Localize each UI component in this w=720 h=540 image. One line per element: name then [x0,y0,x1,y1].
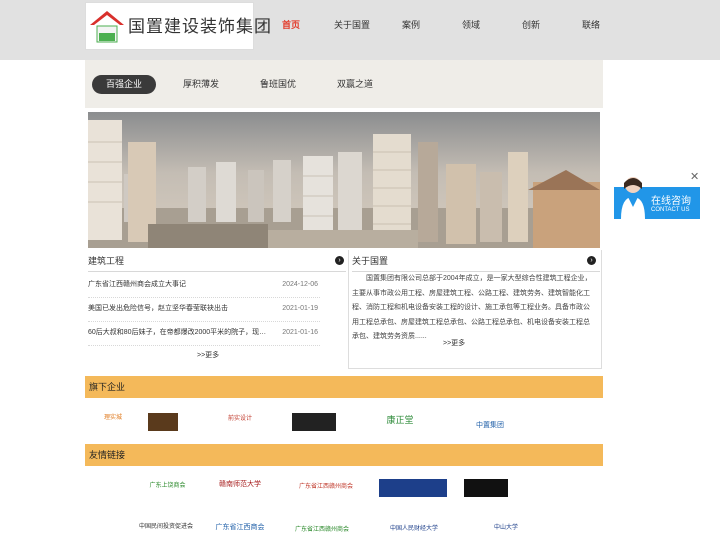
news-item-title[interactable]: 60后大叔和80后妹子，在帝都爆改2000平米的院子，现实版桃… [88,321,268,345]
friend-link-logo[interactable] [100,523,128,537]
tab-luban[interactable]: 鲁班国优 [246,75,310,94]
news-item-date: 2021-01-19 [282,305,318,312]
news-more-arrow-icon[interactable]: › [335,256,344,265]
tab-accumulate[interactable]: 厚积薄发 [169,75,233,94]
friend-link-logo[interactable] [379,479,447,497]
companies-section-title: 旗下企业 [85,376,603,398]
house-logo-icon [90,11,124,43]
about-panel-header: 关于国置 › [352,251,600,272]
company-logo[interactable]: 理实城 [98,412,128,430]
about-panel-title: 关于国置 [352,256,389,266]
friend-link-logo[interactable]: 赣南师范大学 [207,479,273,497]
news-panel-header: 建筑工程 › [88,251,346,272]
online-consult-button[interactable]: 在线咨询 CONTACT US [614,177,700,219]
tab-winwin[interactable]: 双赢之道 [323,75,387,94]
hero-banner-image [88,112,600,248]
news-item[interactable]: 广东省江西赣州商会成立大事记 2024-12-06 [88,273,320,298]
news-item[interactable]: 美国已发出危险信号，赵立坚华春莹联袂出击 2021-01-19 [88,297,320,322]
logo-text: 国置建设装饰集团 [128,17,272,37]
friend-link-logo[interactable]: 中国人民财经大学 [378,523,450,537]
close-icon[interactable]: ✕ [690,170,699,183]
about-more-arrow-icon[interactable]: › [587,256,596,265]
friend-link-logo[interactable]: 中山大学 [470,522,542,538]
customer-service-avatar-icon [621,177,645,219]
friend-link-logo[interactable] [464,479,508,497]
company-logo[interactable] [292,413,336,431]
logo[interactable]: 国置建设装饰集团 [85,2,271,50]
company-logo[interactable]: 中置集团 [470,420,510,434]
company-logo[interactable]: 康正堂 [375,413,425,431]
about-text: 国置集团有限公司总部于2004年成立，是一家大型综合性建筑工程企业，主要从事市政… [352,275,592,340]
nav-home[interactable]: 首页 [282,18,300,31]
nav-contact[interactable]: 联络 [582,18,600,31]
friend-link-logo[interactable] [100,480,118,496]
news-item[interactable]: 60后大叔和80后妹子，在帝都爆改2000平米的院子，现实版桃… 2021-01… [88,321,320,346]
about-more-link[interactable]: >>更多 [443,338,465,348]
news-more-link[interactable]: >>更多 [197,350,219,360]
company-logo[interactable] [148,413,178,431]
consult-subtitle: CONTACT US [651,207,690,213]
news-item-title[interactable]: 广东省江西赣州商会成立大事记 [88,273,268,297]
friend-link-logo[interactable]: 中国民间投资促进会 [138,521,194,537]
nav-innovation[interactable]: 创新 [522,18,540,31]
links-section-title: 友情链接 [85,444,603,466]
consult-title: 在线咨询 [651,196,691,207]
nav-cases[interactable]: 案例 [402,18,420,31]
news-item-date: 2024-12-06 [282,281,318,288]
tab-top100[interactable]: 百强企业 [92,75,156,94]
news-item-date: 2021-01-16 [282,329,318,336]
tab-band: 百强企业 厚积薄发 鲁班国优 双赢之道 [85,60,603,108]
nav-fields[interactable]: 领域 [462,18,480,31]
friend-link-logo[interactable]: 广东省江西赣州商会 [291,481,361,495]
friend-link-logo[interactable]: 广东上饶商会 [140,480,195,496]
friend-link-logo[interactable]: 广东省江西赣州商会 [291,524,353,536]
company-logo[interactable]: 前实设计 [220,413,260,429]
friend-link-logo[interactable]: 广东省江西商会 [207,522,273,538]
news-panel-title: 建筑工程 [88,256,125,266]
nav-about[interactable]: 关于国置 [334,18,370,31]
news-item-title[interactable]: 美国已发出危险信号，赵立坚华春莹联袂出击 [88,297,268,321]
